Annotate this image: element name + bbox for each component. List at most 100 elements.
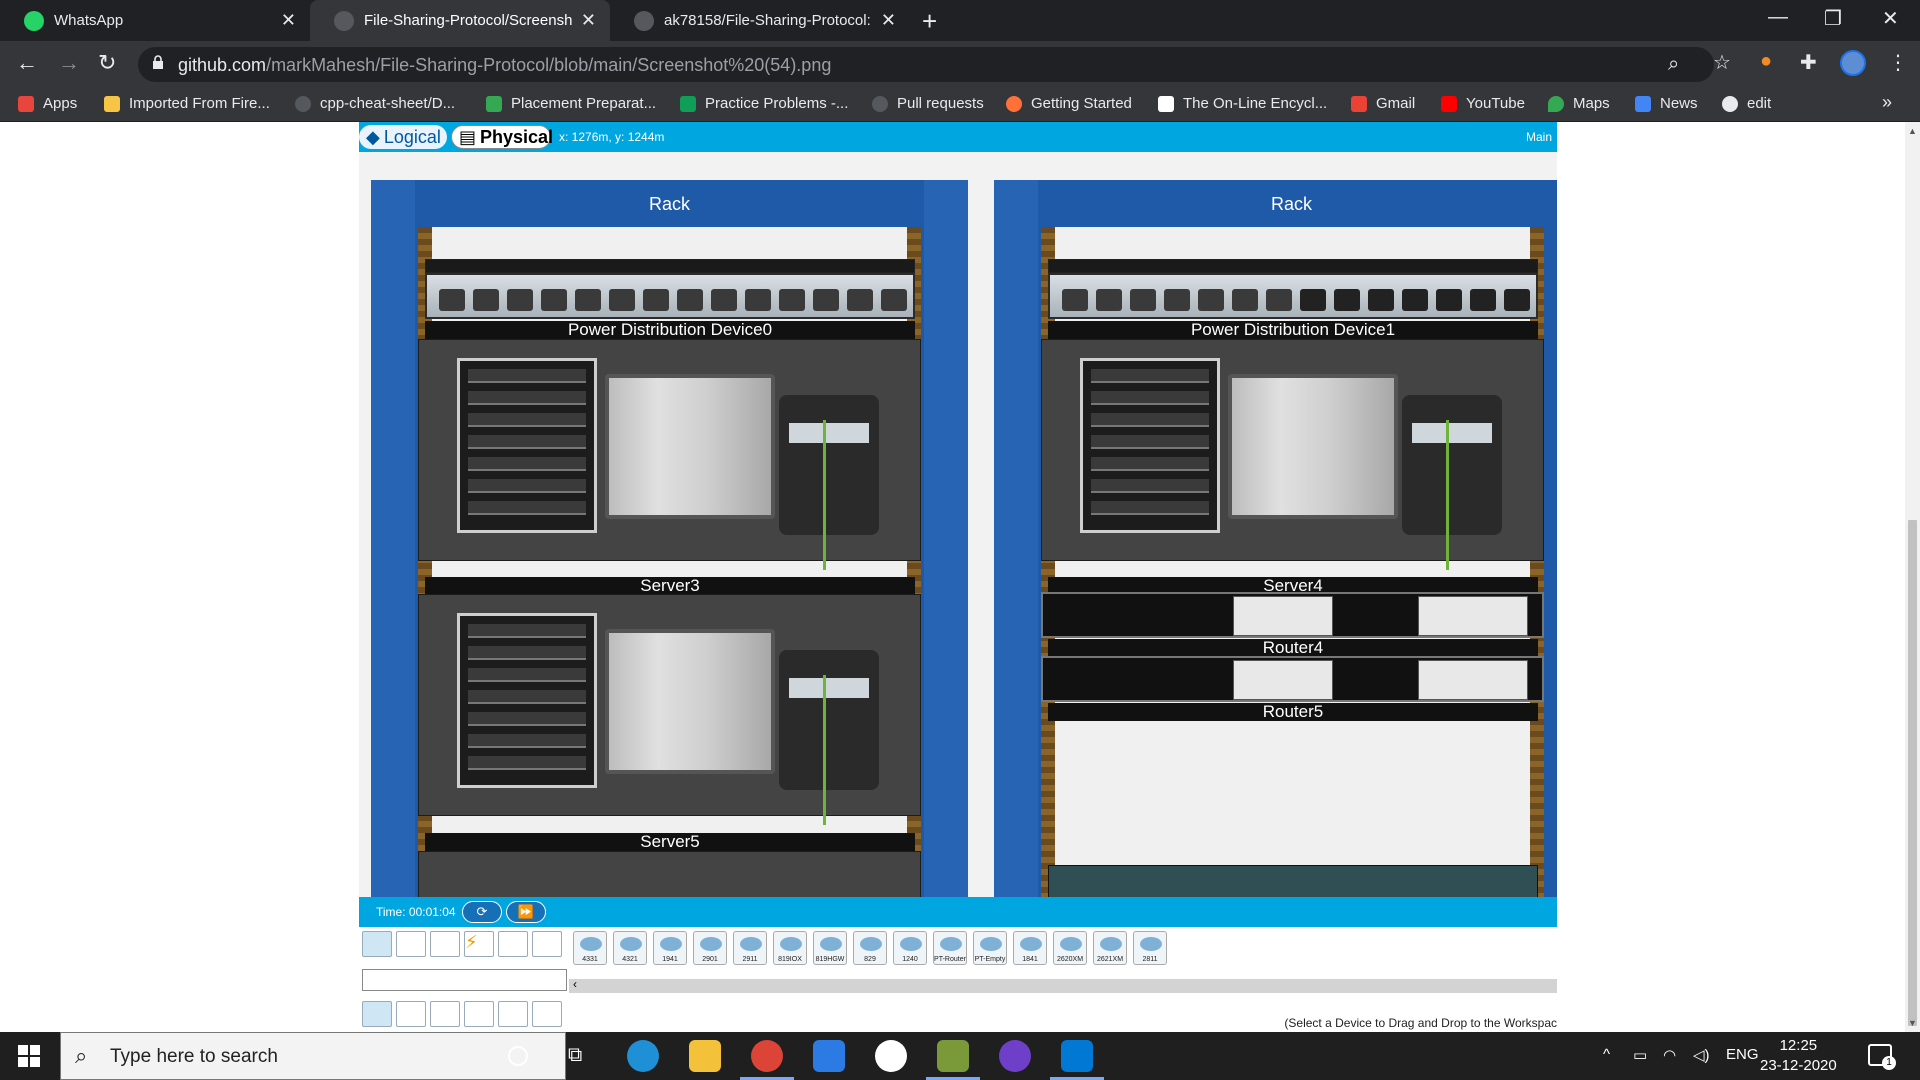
bookmark-placement[interactable]: Placement Preparat... bbox=[486, 95, 656, 112]
bookmark-getting-started[interactable]: Getting Started bbox=[1006, 95, 1132, 112]
menu-icon[interactable]: ⋮ bbox=[1888, 50, 1908, 75]
bookmark-pull-requests[interactable]: Pull requests bbox=[872, 95, 984, 112]
router-5[interactable] bbox=[1041, 656, 1544, 702]
chevron-left-icon[interactable]: ‹ bbox=[573, 977, 577, 991]
components-category[interactable] bbox=[430, 931, 460, 957]
network-devices-category[interactable] bbox=[362, 931, 392, 957]
bookmark-maps[interactable]: Maps bbox=[1548, 95, 1610, 112]
bookmark-youtube[interactable]: YouTube bbox=[1441, 95, 1525, 112]
power-distribution-device-0[interactable] bbox=[425, 273, 915, 319]
connections-category[interactable]: ⚡ bbox=[464, 931, 494, 957]
palette-device-829[interactable]: 829 bbox=[853, 931, 887, 965]
mail-icon[interactable] bbox=[813, 1040, 845, 1072]
chevron-right-icon[interactable]: » bbox=[1882, 92, 1892, 113]
scroll-up-icon[interactable]: ▲ bbox=[1908, 126, 1917, 136]
page-scrollbar[interactable]: ▲ ▼ bbox=[1905, 122, 1920, 1032]
routers-subcategory[interactable] bbox=[362, 1001, 392, 1027]
new-tab-button[interactable]: + bbox=[922, 6, 937, 37]
battery-icon[interactable]: ▭ bbox=[1633, 1046, 1647, 1064]
scrollbar-thumb[interactable] bbox=[1908, 520, 1917, 1026]
chrome-icon[interactable] bbox=[751, 1040, 783, 1072]
star-icon[interactable]: ☆ bbox=[1713, 50, 1731, 75]
close-tab-icon[interactable]: ✕ bbox=[281, 10, 296, 31]
bookmark-gmail[interactable]: Gmail bbox=[1351, 95, 1415, 112]
rack-1[interactable]: Rack Power Distribution Device1 Server4 … bbox=[994, 180, 1557, 899]
server-partial[interactable] bbox=[418, 851, 921, 899]
power-cycle-button[interactable]: ⟳ bbox=[462, 901, 502, 923]
palette-device-4321[interactable]: 4321 bbox=[613, 931, 647, 965]
vscode-icon[interactable] bbox=[1061, 1040, 1093, 1072]
volume-icon[interactable]: ◁) bbox=[1693, 1046, 1710, 1064]
switch-device[interactable] bbox=[1048, 865, 1538, 899]
wireless-subcategory[interactable] bbox=[464, 1001, 494, 1027]
bookmark-edit[interactable]: edit bbox=[1722, 95, 1771, 112]
palette-device-1941[interactable]: 1941 bbox=[653, 931, 687, 965]
tab-whatsapp[interactable]: WhatsApp ✕ bbox=[0, 0, 310, 41]
reload-icon[interactable]: ↻ bbox=[98, 50, 116, 76]
taskbar-search-input[interactable]: ⌕ Type here to search bbox=[60, 1032, 566, 1080]
palette-device-2621xm[interactable]: 2621XM bbox=[1093, 931, 1127, 965]
task-view-icon[interactable]: ⧉ bbox=[568, 1044, 582, 1067]
tab-ak78158[interactable]: ak78158/File-Sharing-Protocol: C ✕ bbox=[610, 0, 910, 41]
rack-0[interactable]: Rack Power Distribution Device0 Server3 … bbox=[371, 180, 968, 899]
close-window-icon[interactable]: ✕ bbox=[1882, 6, 1899, 31]
palette-device-819hgw[interactable]: 819HGW bbox=[813, 931, 847, 965]
cortana-icon[interactable] bbox=[508, 1046, 528, 1066]
server-5[interactable] bbox=[418, 594, 921, 825]
misc-category[interactable] bbox=[498, 931, 528, 957]
github-desktop-icon[interactable] bbox=[999, 1040, 1031, 1072]
palette-scrollbar[interactable]: ‹ bbox=[569, 977, 1557, 993]
server-3[interactable] bbox=[418, 339, 921, 570]
language-indicator[interactable]: ENG bbox=[1726, 1046, 1759, 1063]
router-4[interactable] bbox=[1041, 592, 1544, 638]
end-devices-category[interactable] bbox=[396, 931, 426, 957]
close-tab-icon[interactable]: ✕ bbox=[881, 10, 896, 31]
scroll-down-icon[interactable]: ▼ bbox=[1908, 1018, 1917, 1028]
palette-device-2911[interactable]: 2911 bbox=[733, 931, 767, 965]
puzzle-icon[interactable]: ✚ bbox=[1800, 50, 1817, 75]
wan-emulation-subcategory[interactable] bbox=[532, 1001, 562, 1027]
server-4[interactable] bbox=[1041, 339, 1544, 570]
fast-forward-button[interactable]: ⏩ bbox=[506, 901, 546, 923]
palette-device-pt-router[interactable]: PT-Router bbox=[933, 931, 967, 965]
hubs-subcategory[interactable] bbox=[430, 1001, 460, 1027]
bookmark-cpp-cheat-sheet[interactable]: cpp-cheat-sheet/D... bbox=[295, 95, 455, 112]
windows-start-icon[interactable] bbox=[18, 1045, 40, 1067]
extension-honey-icon[interactable]: ● bbox=[1760, 50, 1772, 73]
clock[interactable]: 12:25 23-12-2020 bbox=[1760, 1036, 1837, 1076]
palette-device-2811[interactable]: 2811 bbox=[1133, 931, 1167, 965]
close-tab-icon[interactable]: ✕ bbox=[581, 10, 596, 31]
sticker-app-icon[interactable] bbox=[875, 1040, 907, 1072]
physical-mode-button[interactable]: ▤ Physical bbox=[451, 125, 553, 149]
bookmark-imported[interactable]: Imported From Fire... bbox=[104, 95, 270, 112]
forward-icon[interactable]: → bbox=[58, 50, 80, 76]
palette-device-1240[interactable]: 1240 bbox=[893, 931, 927, 965]
multiuser-category[interactable] bbox=[532, 931, 562, 957]
back-icon[interactable]: ← bbox=[16, 50, 38, 76]
tab-file-sharing-protocol[interactable]: File-Sharing-Protocol/Screenshot ✕ bbox=[310, 0, 610, 41]
avatar[interactable] bbox=[1840, 50, 1866, 76]
security-subcategory[interactable] bbox=[498, 1001, 528, 1027]
bookmark-oeis[interactable]: The On-Line Encycl... bbox=[1158, 95, 1327, 112]
address-bar[interactable]: github.com/markMahesh/File-Sharing-Proto… bbox=[138, 47, 1714, 82]
minimize-icon[interactable]: — bbox=[1768, 6, 1788, 29]
palette-device-1841[interactable]: 1841 bbox=[1013, 931, 1047, 965]
file-explorer-icon[interactable] bbox=[689, 1040, 721, 1072]
logical-mode-button[interactable]: ◆ Logical bbox=[359, 125, 447, 149]
restore-icon[interactable]: ❐ bbox=[1824, 6, 1842, 31]
bookmark-apps[interactable]: Apps bbox=[18, 95, 77, 112]
palette-device-pt-empty[interactable]: PT-Empty bbox=[973, 931, 1007, 965]
bookmark-news[interactable]: News bbox=[1635, 95, 1698, 112]
search-icon[interactable]: ⌕ bbox=[1668, 53, 1679, 76]
chevron-up-icon[interactable]: ^ bbox=[1603, 1046, 1610, 1063]
palette-device-4331[interactable]: 4331 bbox=[573, 931, 607, 965]
edge-icon[interactable] bbox=[627, 1040, 659, 1072]
switches-subcategory[interactable] bbox=[396, 1001, 426, 1027]
power-distribution-device-1[interactable] bbox=[1048, 273, 1538, 319]
palette-device-2901[interactable]: 2901 bbox=[693, 931, 727, 965]
palette-device-819iox[interactable]: 819IOX bbox=[773, 931, 807, 965]
packet-tracer-icon[interactable] bbox=[937, 1040, 969, 1072]
palette-device-2620xm[interactable]: 2620XM bbox=[1053, 931, 1087, 965]
device-search-input[interactable] bbox=[362, 969, 567, 991]
wifi-icon[interactable]: ◠ bbox=[1663, 1046, 1676, 1064]
